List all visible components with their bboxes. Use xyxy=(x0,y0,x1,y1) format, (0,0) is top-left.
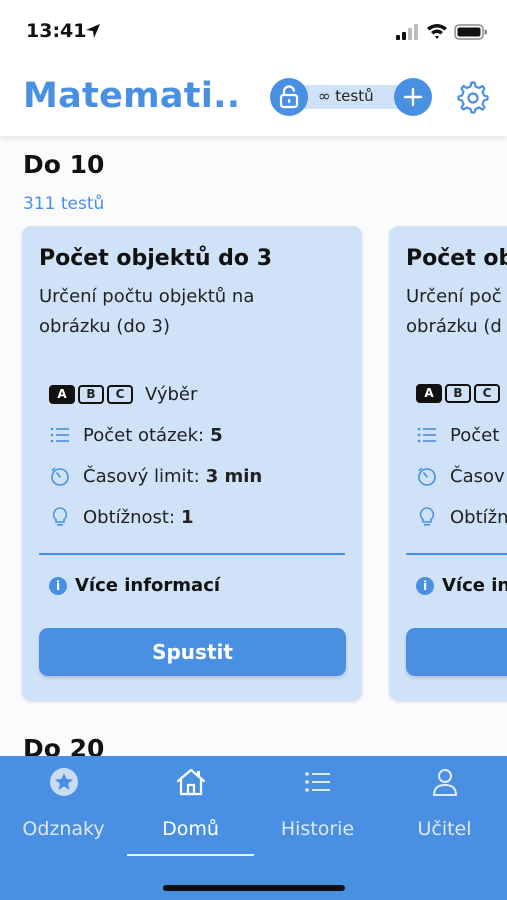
lightbulb-icon xyxy=(52,507,68,526)
nav-item-badges[interactable]: Odznaky xyxy=(0,756,127,856)
timer-icon xyxy=(418,467,436,486)
gear-icon[interactable] xyxy=(456,81,490,115)
status-bar: 13:41 xyxy=(0,0,507,62)
answer-type-label: Výběr xyxy=(145,384,198,405)
time-limit-value: 3 min xyxy=(205,465,263,487)
choice-letter-a: A xyxy=(416,384,442,403)
unlock-button[interactable] xyxy=(270,78,308,116)
questions-row: Počet otázek: 5 xyxy=(49,424,223,446)
start-button[interactable]: Spustit xyxy=(39,628,346,676)
section-title: Do 10 xyxy=(23,150,105,179)
person-icon xyxy=(433,769,457,796)
answer-type-row: A B C xyxy=(416,384,507,403)
list-icon xyxy=(305,772,330,792)
choice-letter-b: B xyxy=(445,384,471,403)
info-icon: i xyxy=(416,576,434,595)
tests-count-label: ∞ testů xyxy=(318,87,374,105)
more-info-label: Více in xyxy=(442,575,507,596)
add-tests-button[interactable] xyxy=(394,78,432,116)
choice-letter-c: C xyxy=(107,385,133,404)
nav-item-home[interactable]: Domů xyxy=(127,756,254,856)
abc-choice-icon: A B C xyxy=(49,385,133,404)
abc-choice-icon: A B C xyxy=(416,384,500,403)
difficulty-row: Obtížnost: 1 xyxy=(49,506,194,528)
choice-letter-c: C xyxy=(474,384,500,403)
lightbulb-icon xyxy=(419,507,435,526)
info-icon: i xyxy=(49,576,67,595)
difficulty-value: 1 xyxy=(181,506,194,528)
battery-icon xyxy=(454,24,487,40)
app-header: Matemati... ∞ testů xyxy=(0,62,507,136)
more-info-link[interactable]: i Více informací xyxy=(49,575,220,596)
nav-item-teacher[interactable]: Učitel xyxy=(381,756,507,856)
timer-icon xyxy=(51,467,69,486)
nav-label: Učitel xyxy=(417,818,472,840)
time-limit-row: Časov xyxy=(416,465,505,487)
card-title: Počet ob xyxy=(406,246,507,271)
time-limit-label: Časov xyxy=(450,465,505,487)
location-arrow-icon xyxy=(86,24,100,38)
questions-row: Počet xyxy=(416,424,499,446)
bottom-navigation: Odznaky Domů Historie Učitel xyxy=(0,756,507,900)
nav-label: Historie xyxy=(280,818,355,840)
difficulty-label: Obtížn xyxy=(450,506,507,528)
card-divider xyxy=(406,553,507,555)
more-info-label: Více informací xyxy=(75,575,221,596)
nav-label: Odznaky xyxy=(22,818,105,840)
section-test-count[interactable]: 311 testů xyxy=(23,194,104,214)
questions-label: Počet otázek: xyxy=(83,424,205,446)
list-icon xyxy=(50,427,69,443)
choice-letter-a: A xyxy=(49,385,75,404)
app-title: Matemati... xyxy=(23,76,243,116)
start-button[interactable] xyxy=(406,628,507,676)
difficulty-label: Obtížnost: xyxy=(83,506,176,528)
card-description: Určení počtu objektů na obrázku (do 3) xyxy=(39,286,255,337)
main-content[interactable]: Do 10 311 testů Počet objektů do 3 Určen… xyxy=(0,136,507,756)
more-info-link[interactable]: i Více in xyxy=(416,575,507,596)
test-card[interactable]: Počet objektů do 3 Určení počtu objektů … xyxy=(22,226,362,701)
questions-label: Počet xyxy=(450,424,500,446)
questions-value: 5 xyxy=(210,424,223,446)
test-card[interactable]: Počet ob Určení poč obrázku (d A B C Poč… xyxy=(389,226,507,701)
signal-icon xyxy=(396,24,418,40)
next-section-title: Do 20 xyxy=(23,734,105,756)
card-divider xyxy=(39,553,345,555)
home-indicator[interactable] xyxy=(163,885,345,891)
unlock-icon xyxy=(279,85,299,109)
home-icon xyxy=(176,768,206,796)
time-limit-row: Časový limit: 3 min xyxy=(49,465,262,487)
plus-icon xyxy=(403,87,423,107)
active-tab-indicator xyxy=(127,854,254,856)
status-time: 13:41 xyxy=(26,20,87,42)
card-description: Určení poč obrázku (d xyxy=(406,286,502,337)
time-limit-label: Časový limit: xyxy=(83,465,200,487)
nav-label: Domů xyxy=(162,818,219,840)
answer-type-row: A B C Výběr xyxy=(49,384,197,405)
difficulty-row: Obtížn xyxy=(416,506,507,528)
nav-item-history[interactable]: Historie xyxy=(254,756,381,856)
star-badge-icon xyxy=(50,768,78,796)
choice-letter-b: B xyxy=(78,385,104,404)
wifi-icon xyxy=(427,24,447,39)
card-title: Počet objektů do 3 xyxy=(39,246,272,271)
tests-counter: ∞ testů xyxy=(270,78,432,116)
list-icon xyxy=(417,427,436,443)
